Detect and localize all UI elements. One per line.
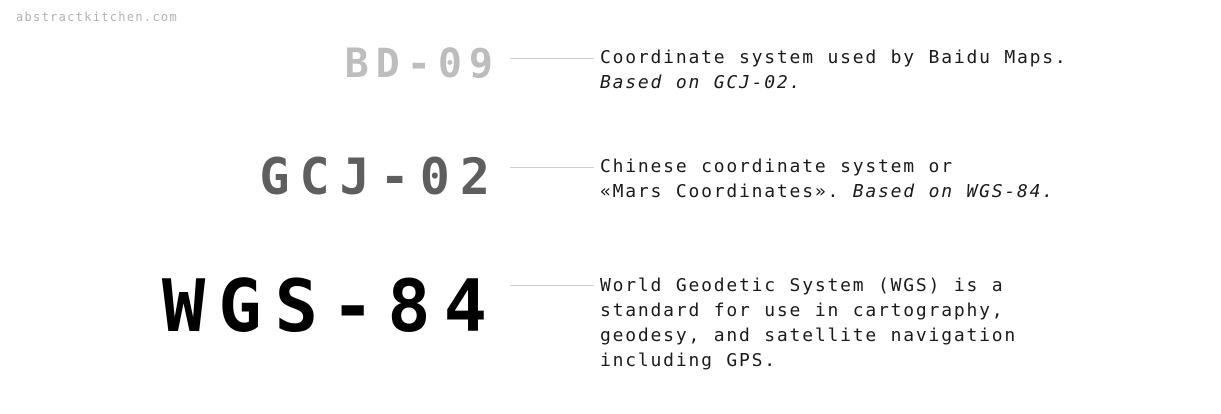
- description-line: «Mars Coordinates».: [600, 181, 841, 202]
- system-name-gcj02: GCJ-02: [259, 148, 500, 206]
- description-line: Chinese coordinate system or: [600, 156, 954, 177]
- description-line: World Geodetic System (WGS) is a: [600, 275, 1005, 296]
- connector-line: [510, 285, 594, 286]
- system-name-bd09: BD-09: [344, 41, 500, 87]
- description-italic: Based on WGS-84.: [852, 181, 1055, 202]
- system-description-gcj02: Chinese coordinate system or «Mars Coord…: [600, 154, 1200, 204]
- site-label: abstractkitchen.com: [16, 10, 178, 24]
- system-description-wgs84: World Geodetic System (WGS) is a standar…: [600, 273, 1200, 373]
- system-description-bd09: Coordinate system used by Baidu Maps. Ba…: [600, 45, 1200, 95]
- connector-line: [510, 58, 594, 59]
- description-line: Coordinate system used by Baidu Maps.: [600, 47, 1068, 68]
- connector-line: [510, 167, 594, 168]
- description-line: including GPS.: [600, 350, 777, 371]
- system-name-wgs84: WGS-84: [161, 264, 500, 348]
- description-line: standard for use in cartography,: [600, 300, 1005, 321]
- description-line: geodesy, and satellite navigation: [600, 325, 1018, 346]
- description-italic: Based on GCJ-02.: [600, 72, 803, 93]
